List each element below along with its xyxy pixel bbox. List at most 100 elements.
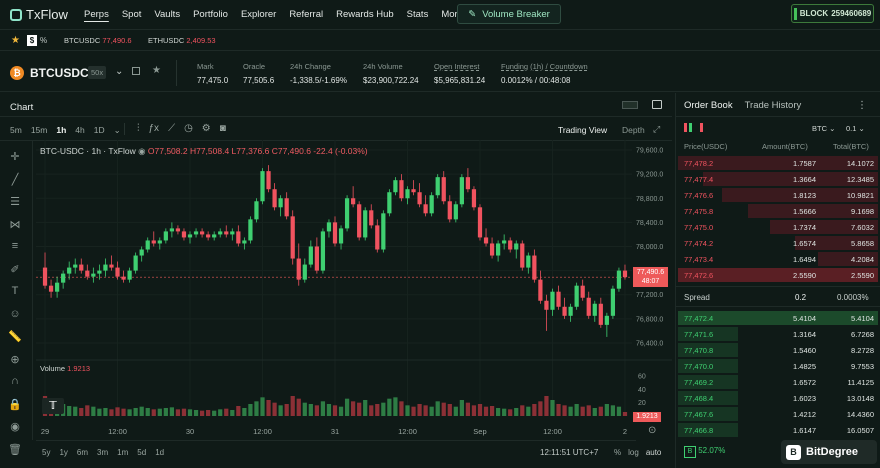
tick-size-select[interactable]: 0.1 ⌄ bbox=[846, 124, 865, 133]
scale-percent-button[interactable]: % bbox=[614, 448, 621, 457]
nav-item-spot[interactable]: Spot bbox=[122, 9, 142, 20]
buy-ratio-badge: B bbox=[684, 446, 696, 458]
bid-row[interactable]: 77,466.8 1.6147 16.0507 bbox=[678, 422, 878, 438]
scale-log-button[interactable]: log bbox=[628, 448, 639, 457]
fib-icon[interactable]: ≡ bbox=[8, 240, 22, 254]
range-1m[interactable]: 1m bbox=[117, 448, 128, 457]
expand-icon[interactable]: ⤢ bbox=[653, 124, 660, 135]
brush-icon[interactable]: ✐ bbox=[8, 263, 22, 277]
favorite-ethusdc[interactable]: ETHUSDC 2,409.53 bbox=[148, 36, 216, 45]
tab-order-book[interactable]: Order Book bbox=[684, 100, 733, 111]
favorites-usd-filter[interactable]: $ bbox=[27, 35, 37, 46]
bid-row[interactable]: 77,470.8 1.5460 8.2728 bbox=[678, 342, 878, 358]
nav-menu: Perps Spot Vaults Portfolio Explorer Ref… bbox=[84, 9, 470, 20]
candle-body bbox=[133, 255, 138, 271]
orderbook-view-toggle[interactable] bbox=[684, 123, 703, 132]
settings-icon[interactable]: ⚙ bbox=[202, 123, 211, 134]
volume-bar bbox=[260, 397, 265, 416]
timeframe-4h[interactable]: 4h bbox=[75, 125, 84, 136]
nav-item-stats[interactable]: Stats bbox=[407, 9, 429, 20]
ask-row[interactable]: 77,478.2 1.7587 14.1072 bbox=[678, 155, 878, 171]
text-icon[interactable]: T bbox=[8, 285, 22, 299]
emoji-icon[interactable]: ☺ bbox=[8, 308, 22, 322]
range-6m[interactable]: 6m bbox=[77, 448, 88, 457]
more-options-icon[interactable]: ⋮ bbox=[857, 100, 867, 111]
volume-bar bbox=[103, 408, 108, 416]
range-5y[interactable]: 5y bbox=[42, 448, 50, 457]
timeframe-15m[interactable]: 15m bbox=[31, 125, 48, 136]
volume-breaker-button[interactable]: ✎ Volume Breaker bbox=[457, 4, 561, 24]
nav-item-rewards-hub[interactable]: Rewards Hub bbox=[336, 9, 394, 20]
trend-line-icon[interactable]: ╱ bbox=[8, 173, 22, 187]
timeframe-1h[interactable]: 1h bbox=[56, 125, 66, 136]
alert-icon[interactable]: ◷ bbox=[184, 123, 193, 134]
camera-icon[interactable]: ◙ bbox=[220, 123, 226, 134]
star-icon[interactable]: ★ bbox=[11, 35, 20, 46]
bid-row[interactable]: 77,468.4 1.6023 13.0148 bbox=[678, 390, 878, 406]
copy-icon[interactable] bbox=[132, 67, 140, 75]
crosshair-icon[interactable]: ✛ bbox=[8, 150, 22, 164]
candlestick-chart[interactable]: 79,600.0 79,200.0 78,800.0 78,400.0 78,000.0… bbox=[36, 140, 672, 440]
ask-row[interactable]: 77,476.6 1.8123 10.9821 bbox=[678, 187, 878, 203]
lock-icon[interactable]: 🔒 bbox=[8, 398, 22, 412]
ask-row[interactable]: 77,475.8 1.5666 9.1698 bbox=[678, 203, 878, 219]
ask-row[interactable]: 77,473.4 1.6494 4.2084 bbox=[678, 251, 878, 267]
volume-bar bbox=[296, 398, 301, 416]
chevron-down-icon[interactable]: ⌄ bbox=[114, 125, 121, 136]
magnet-icon[interactable]: ∩ bbox=[8, 375, 22, 389]
candle-type-icon[interactable]: ⫶ bbox=[137, 123, 140, 134]
horizontal-lines-icon[interactable]: ☰ bbox=[8, 195, 22, 209]
bid-row[interactable]: 77,471.6 1.3164 6.7268 bbox=[678, 326, 878, 342]
star-outline-icon[interactable]: ★ bbox=[152, 65, 161, 76]
timeframe-5m[interactable]: 5m bbox=[10, 125, 22, 136]
eye-icon[interactable]: ◉ bbox=[8, 420, 22, 434]
range-5d[interactable]: 5d bbox=[137, 448, 146, 457]
nav-item-explorer[interactable]: Explorer bbox=[241, 9, 276, 20]
ask-row[interactable]: 77,474.2 1.6574 5.8658 bbox=[678, 235, 878, 251]
timezone-clock[interactable]: 12:11:51 UTC+7 bbox=[540, 448, 598, 457]
tradingview-logo-icon[interactable]: 𝕋 bbox=[42, 398, 64, 414]
zoom-icon[interactable]: ⊕ bbox=[8, 353, 22, 367]
tab-trade-history[interactable]: Trade History bbox=[745, 100, 802, 111]
depth-tab[interactable]: Depth bbox=[622, 125, 645, 135]
pattern-icon[interactable]: ⋈ bbox=[8, 218, 22, 232]
chevron-down-icon[interactable]: ⌄ bbox=[115, 66, 123, 77]
ask-row[interactable]: 77,477.4 1.3664 12.3485 bbox=[678, 171, 878, 187]
bid-row[interactable]: 77,469.2 1.6572 11.4125 bbox=[678, 374, 878, 390]
ask-row[interactable]: 77,475.0 1.7374 7.6032 bbox=[678, 219, 878, 235]
candle-body bbox=[387, 192, 392, 214]
bid-row[interactable]: 77,470.0 1.4825 9.7553 bbox=[678, 358, 878, 374]
ruler-icon[interactable]: 📏 bbox=[8, 330, 22, 344]
asset-select[interactable]: BTC ⌄ bbox=[812, 124, 835, 133]
candle-body bbox=[206, 234, 211, 238]
candle-body bbox=[604, 315, 609, 325]
scale-auto-button[interactable]: auto bbox=[646, 448, 662, 457]
nav-item-vaults[interactable]: Vaults bbox=[154, 9, 180, 20]
logo[interactable]: TxFlow bbox=[10, 7, 68, 22]
trading-view-tab[interactable]: Trading View bbox=[558, 125, 607, 135]
nav-item-perps[interactable]: Perps bbox=[84, 9, 109, 20]
range-3m[interactable]: 3m bbox=[97, 448, 108, 457]
compare-icon[interactable]: ⟋ bbox=[168, 123, 175, 134]
bid-row[interactable]: 77,472.4 5.4104 5.4104 bbox=[678, 310, 878, 326]
trash-icon[interactable]: 🗑 bbox=[8, 443, 22, 457]
cell-price: 77,470.0 bbox=[684, 362, 714, 371]
fullscreen-icon[interactable] bbox=[652, 100, 662, 109]
market-symbol[interactable]: BTCUSDC bbox=[30, 66, 89, 80]
indicators-icon[interactable]: ƒx bbox=[149, 123, 160, 134]
timeframe-1d[interactable]: 1D bbox=[94, 125, 105, 136]
bid-row[interactable]: 77,467.6 1.4212 14.4360 bbox=[678, 406, 878, 422]
range-1d[interactable]: 1d bbox=[155, 448, 164, 457]
nav-item-referral[interactable]: Referral bbox=[289, 9, 323, 20]
eye-icon[interactable]: ◉ bbox=[138, 146, 145, 156]
favorites-pct-filter[interactable]: % bbox=[40, 36, 47, 45]
range-1y[interactable]: 1y bbox=[59, 448, 67, 457]
reset-view-icon[interactable]: ⊙ bbox=[648, 425, 656, 436]
candle-body bbox=[399, 180, 404, 199]
timeframe-selector: 5m 15m 1h 4h 1D ⌄ bbox=[10, 125, 121, 136]
nav-item-portfolio[interactable]: Portfolio bbox=[193, 9, 228, 20]
ask-row[interactable]: 77,472.6 2.5590 2.5590 bbox=[678, 267, 878, 283]
volume-bar bbox=[97, 408, 102, 416]
favorite-btcusdc[interactable]: BTCUSDC 77,490.6 bbox=[64, 36, 132, 45]
layout-toggle-icon[interactable] bbox=[622, 101, 638, 109]
